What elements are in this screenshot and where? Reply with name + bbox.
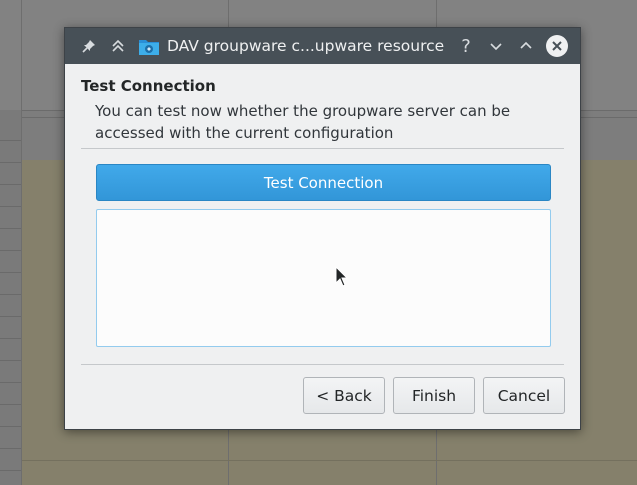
maximize-icon[interactable] [514,34,538,58]
row-header-column [0,110,22,485]
row-line [0,360,21,361]
finish-button[interactable]: Finish [393,377,475,414]
column-divider [21,0,22,485]
row-line [0,382,21,383]
row-line [0,404,21,405]
dav-groupware-wizard-dialog: DAV groupware c...upware resource ? Test… [64,27,581,430]
page-title: Test Connection [81,77,216,95]
row-line [0,184,21,185]
row-line [0,250,21,251]
row-line [22,460,637,461]
row-line [0,206,21,207]
window-title: DAV groupware c...upware resource [167,37,445,55]
mouse-cursor-icon [335,266,349,287]
row-line [0,470,21,471]
help-icon[interactable]: ? [454,34,478,58]
row-line [0,316,21,317]
row-line [0,140,21,141]
close-icon[interactable] [546,35,568,57]
header-separator [81,148,564,149]
connection-result-textarea[interactable] [96,209,551,347]
row-line [0,294,21,295]
cancel-button[interactable]: Cancel [483,377,565,414]
row-line [0,162,21,163]
minimize-icon[interactable] [484,34,508,58]
row-line [0,272,21,273]
page-subtitle: You can test now whether the groupware s… [95,102,511,142]
keep-above-icon[interactable] [106,34,130,58]
footer-separator [81,364,564,365]
app-icon [137,35,161,59]
test-connection-button[interactable]: Test Connection [96,164,551,201]
pin-icon[interactable] [77,34,101,58]
row-line [0,228,21,229]
row-line [0,338,21,339]
back-button[interactable]: < Back [303,377,385,414]
window-titlebar[interactable]: DAV groupware c...upware resource ? [65,28,580,64]
row-line [0,426,21,427]
row-line [0,448,21,449]
